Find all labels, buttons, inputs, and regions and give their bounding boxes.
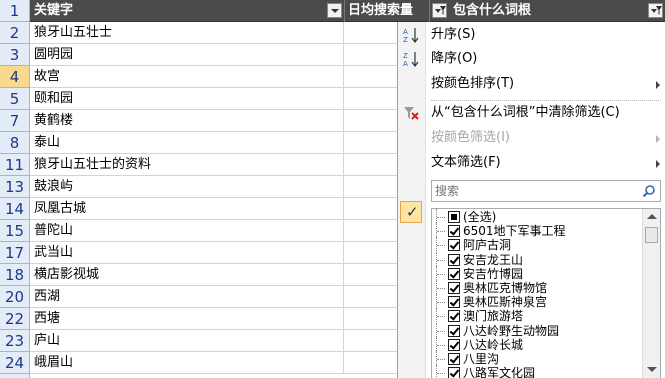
checkbox[interactable] [448,353,460,365]
keyword-cell[interactable]: 狼牙山五壮士 [31,22,344,44]
checkbox[interactable] [448,338,460,351]
scroll-thumb[interactable] [645,227,658,243]
keyword-cell[interactable]: 西湖 [31,286,344,308]
keyword-cell[interactable]: 武当山 [31,242,344,264]
row-number[interactable]: 14 [0,198,30,220]
checkbox[interactable] [448,324,460,337]
filter-value-list[interactable]: (全选) 6501地下军事工程 阿庐古洞 安吉龙王山 安吉竹博园 奥林匹克博物馆 奥林匹斯神… [431,208,661,378]
column-c-filter-button-right[interactable] [648,3,663,18]
row-number[interactable]: 13 [0,176,30,198]
row-number[interactable]: 2 [0,22,30,44]
row-number[interactable]: 1 [0,0,30,22]
keyword-cell[interactable]: 圆明园 [31,44,344,66]
row-number[interactable]: 15 [0,220,30,242]
keyword-cell[interactable]: 峨眉山 [31,352,344,374]
header-row: 1 关键字 日均搜索量 包含什么词根 [0,0,665,22]
keyword-cell[interactable]: 狼牙山五壮士的资料 [31,154,344,176]
checkbox[interactable] [448,367,460,378]
text-filter-item[interactable]: 文本筛选(F) [398,151,665,175]
checkbox[interactable] [448,253,460,266]
scroll-down-icon[interactable] [647,367,657,372]
sort-ascending-icon: A Z [403,28,419,44]
header-cell-daily-search[interactable]: 日均搜索量 [345,0,430,22]
row-number[interactable]: 22 [0,308,30,330]
checkbox[interactable] [448,267,460,280]
menu-item-label: 按颜色筛选(I) [431,130,510,145]
keyword-cell[interactable]: 黄鹤楼 [31,110,344,132]
column-a-filter-button[interactable] [327,3,342,18]
keyword-cell[interactable]: 鼓浪屿 [31,176,344,198]
row-number[interactable]: 8 [0,132,30,154]
row-number[interactable]: 3 [0,44,30,66]
sort-by-color-item[interactable]: 按颜色排序(T) [398,72,665,96]
submenu-arrow-icon [656,160,660,168]
row-number[interactable]: 5 [0,88,30,110]
keyword-cell[interactable]: 横店影视城 [31,264,344,286]
svg-text:Z: Z [403,36,408,44]
header-label: 日均搜索量 [348,3,414,18]
sort-ascending-item[interactable]: A Z 升序(S) [398,23,665,47]
submenu-arrow-icon [656,81,660,89]
row-number[interactable]: 20 [0,286,30,308]
keyword-cell[interactable]: 泰山 [31,132,344,154]
checkbox[interactable] [448,239,460,252]
sort-descending-item[interactable]: Z A 降序(O) [398,47,665,71]
checkbox[interactable] [448,211,460,223]
tree-line [436,365,448,378]
menu-item-label: 文本筛选(F) [431,155,501,170]
keyword-cell[interactable]: 普陀山 [31,220,344,242]
filter-by-color-item[interactable]: 按颜色筛选(I) [398,126,665,150]
row-number[interactable]: 7 [0,110,30,132]
menu-item-label: 升序(S) [431,27,476,42]
checkbox[interactable] [448,296,460,309]
checkbox[interactable] [448,310,460,323]
row-number[interactable]: 17 [0,242,30,264]
search-box[interactable] [431,180,661,202]
scroll-up-icon[interactable] [647,214,657,219]
header-cell-root-word[interactable]: 包含什么词根 [450,0,648,22]
header-label: 包含什么词根 [453,3,532,18]
menu-item-label: 从“包含什么词根”中清除筛选(C) [431,105,620,120]
row-number[interactable]: 4 [0,66,30,88]
checkbox[interactable] [448,225,460,238]
filter-dropdown-menu: A Z 升序(S) Z A 降序(O) 按颜色排序(T) 从“包含什么词根”中清… [397,22,665,378]
svg-text:Z: Z [403,52,408,60]
menu-item-label: 按颜色排序(T) [431,76,515,91]
row-number[interactable]: 11 [0,154,30,176]
row-number[interactable]: 24 [0,352,30,374]
keyword-cell[interactable]: 颐和园 [31,88,344,110]
submenu-arrow-icon [656,135,660,143]
header-cell-keyword[interactable]: 关键字 [31,0,345,22]
filter-funnel-icon [656,6,662,15]
checkmark-icon: ✓ [400,201,422,223]
clear-filter-item[interactable]: 从“包含什么词根”中清除筛选(C) [398,101,665,125]
list-scrollbar[interactable] [642,209,660,378]
svg-text:A: A [403,60,408,68]
keyword-cell[interactable]: 西塘 [31,308,344,330]
keyword-cell[interactable]: 庐山 [31,330,344,352]
search-icon [642,185,655,198]
checkbox[interactable] [448,282,460,294]
svg-text:A: A [403,28,408,36]
keyword-cell[interactable]: 故宫 [31,66,344,88]
filter-funnel-icon [440,6,446,15]
keyword-cell[interactable]: 凤凰古城 [31,198,344,220]
filter-list-item[interactable]: 八路军文化园 [432,365,640,378]
menu-item-label: 降序(O) [431,51,478,66]
row-number[interactable]: 23 [0,330,30,352]
sort-descending-icon: Z A [403,52,419,68]
clear-filter-icon [404,107,419,120]
search-input[interactable] [432,181,638,201]
list-item-label: 八路军文化园 [463,366,536,378]
row-number[interactable]: 18 [0,264,30,286]
header-label: 关键字 [34,3,74,18]
column-c-active-filter-button[interactable] [432,3,447,18]
